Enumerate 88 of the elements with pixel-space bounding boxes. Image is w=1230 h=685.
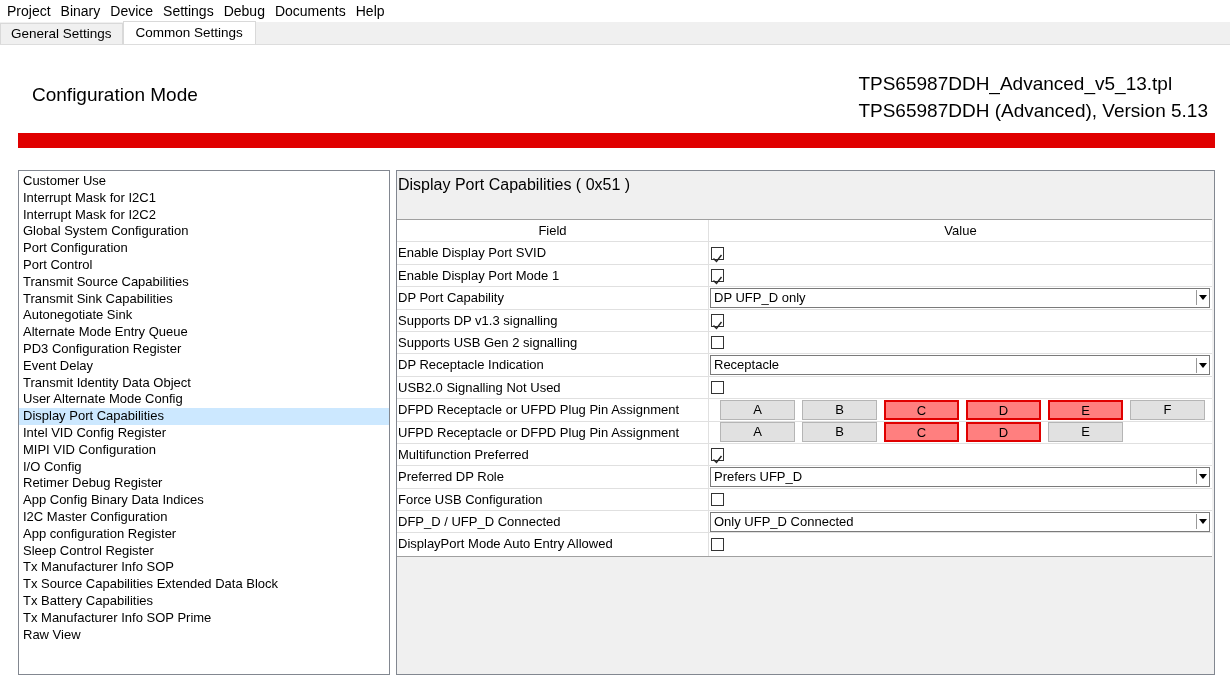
sidebar-item[interactable]: PD3 Configuration Register xyxy=(19,340,389,358)
field-label: Enable Display Port Mode 1 xyxy=(397,264,709,287)
sidebar-item[interactable]: Global System Configuration xyxy=(19,223,389,241)
dropdown[interactable]: Only UFP_D Connected xyxy=(710,511,1210,532)
field-label: DP Port Capability xyxy=(397,287,709,309)
sidebar-item[interactable]: User Alternate Mode Config xyxy=(19,391,389,409)
pin-toggle[interactable]: B xyxy=(802,399,877,420)
checkbox[interactable] xyxy=(711,538,724,552)
sidebar-item[interactable]: Intel VID Config Register xyxy=(19,424,389,442)
menu-item[interactable]: Documents xyxy=(269,0,351,22)
field-label: DFP_D / UFP_D Connected xyxy=(397,511,709,533)
pin-toggle[interactable]: A xyxy=(720,399,795,420)
checkbox[interactable] xyxy=(711,380,724,394)
field-label: Preferred DP Role xyxy=(397,466,709,488)
field-label: Multifunction Preferred xyxy=(397,443,709,466)
column-header: Field xyxy=(397,220,709,242)
pin-toggle[interactable]: C xyxy=(884,422,959,443)
sidebar-item[interactable]: Autonegotiate Sink xyxy=(19,307,389,325)
menu-item[interactable]: Project xyxy=(2,0,56,22)
pin-toggle[interactable]: D xyxy=(966,399,1041,420)
sidebar-item[interactable]: Transmit Source Capabilities xyxy=(19,273,389,291)
sidebar-item[interactable]: Tx Source Capabilities Extended Data Block xyxy=(19,576,389,593)
sidebar-item[interactable]: Display Port Capabilities xyxy=(19,408,389,425)
dropdown[interactable]: Receptacle xyxy=(710,355,1210,376)
pin-toggle[interactable]: E xyxy=(1048,422,1123,443)
sidebar-item[interactable]: App configuration Register xyxy=(19,525,389,543)
checkbox[interactable] xyxy=(711,313,724,327)
checkbox[interactable] xyxy=(711,492,724,506)
pin-toggle[interactable]: F xyxy=(1130,399,1205,420)
menu-item[interactable]: Binary xyxy=(55,0,106,22)
sidebar-item[interactable]: Alternate Mode Entry Queue xyxy=(19,324,389,341)
sidebar-item[interactable]: Interrupt Mask for I2C2 xyxy=(19,206,389,224)
pin-toggle[interactable]: C xyxy=(884,399,959,420)
device-version: TPS65987DDH (Advanced), Version 5.13 xyxy=(858,99,1208,123)
field-label: DP Receptacle Indication xyxy=(397,354,709,376)
sidebar-item[interactable]: Port Configuration xyxy=(19,240,389,257)
pin-toggle[interactable]: D xyxy=(966,422,1041,443)
checkbox[interactable] xyxy=(711,246,724,260)
field-label: Force USB Configuration xyxy=(397,488,709,511)
menu-item[interactable]: Help xyxy=(350,0,390,22)
dropdown-arrow-icon xyxy=(1196,514,1209,530)
menu-item[interactable]: Debug xyxy=(218,0,270,22)
sidebar-item[interactable]: Tx Manufacturer Info SOP xyxy=(19,559,389,577)
tab[interactable]: General Settings xyxy=(0,23,123,44)
sidebar-item[interactable]: Transmit Identity Data Object xyxy=(19,374,389,392)
field-label: UFPD Receptacle or DFPD Plug Pin Assignment xyxy=(397,421,709,443)
sidebar-item[interactable]: Tx Battery Capabilities xyxy=(19,592,389,610)
tab[interactable]: Common Settings xyxy=(122,21,256,44)
field-label: DFPD Receptacle or UFPD Plug Pin Assignment xyxy=(397,399,709,421)
dropdown[interactable]: Prefers UFP_D xyxy=(710,467,1210,487)
checkbox[interactable] xyxy=(711,268,724,282)
sidebar-item[interactable]: Port Control xyxy=(19,257,389,274)
panel-title: Display Port Capabilities ( 0x51 ) xyxy=(397,175,632,195)
dropdown-arrow-icon xyxy=(1196,469,1209,485)
sidebar-item[interactable]: Tx Manufacturer Info SOP Prime xyxy=(19,609,389,627)
sidebar-item[interactable]: I/O Config xyxy=(19,458,389,476)
field-label: USB2.0 Signalling Not Used xyxy=(397,376,709,399)
pin-toggle[interactable]: B xyxy=(802,422,877,443)
field-label: DisplayPort Mode Auto Entry Allowed xyxy=(397,533,709,556)
field-label: Supports DP v1.3 signalling xyxy=(397,309,709,331)
sidebar-item[interactable]: Event Delay xyxy=(19,357,389,375)
field-label: Supports USB Gen 2 signalling xyxy=(397,331,709,354)
sidebar-item[interactable]: I2C Master Configuration xyxy=(19,508,389,526)
dropdown-value: Only UFP_D Connected xyxy=(714,513,854,531)
menu-item[interactable]: Device xyxy=(105,0,159,22)
sidebar-item[interactable]: Raw View xyxy=(19,626,389,644)
checkbox[interactable] xyxy=(711,336,724,350)
sidebar-item[interactable]: Sleep Control Register xyxy=(19,542,389,560)
file-name: TPS65987DDH_Advanced_v5_13.tpl xyxy=(858,72,1174,97)
checkbox[interactable] xyxy=(711,448,724,462)
pin-toggle[interactable]: A xyxy=(720,422,795,443)
sidebar-item[interactable]: App Config Binary Data Indices xyxy=(19,492,389,509)
column-header: Value xyxy=(943,221,978,240)
sidebar-item[interactable]: Transmit Sink Capabilities xyxy=(19,290,389,308)
sidebar-item[interactable]: Interrupt Mask for I2C1 xyxy=(19,189,389,207)
sidebar-item[interactable]: Retimer Debug Register xyxy=(19,475,389,493)
dropdown-arrow-icon xyxy=(1196,357,1209,373)
mode-title: Configuration Mode xyxy=(32,82,198,107)
field-label: Enable Display Port SVID xyxy=(397,242,709,264)
dropdown-value: DP UFP_D only xyxy=(714,289,806,308)
sidebar-item[interactable]: Customer Use xyxy=(19,173,389,190)
dropdown-arrow-icon xyxy=(1196,290,1209,306)
menu-item[interactable]: Settings xyxy=(158,0,219,22)
dropdown[interactable]: DP UFP_D only xyxy=(710,287,1210,308)
dropdown-value: Receptacle xyxy=(714,356,780,375)
dropdown-value: Prefers UFP_D xyxy=(714,468,803,487)
sidebar-item[interactable]: MIPI VID Configuration xyxy=(19,441,389,459)
pin-toggle[interactable]: E xyxy=(1048,399,1123,420)
